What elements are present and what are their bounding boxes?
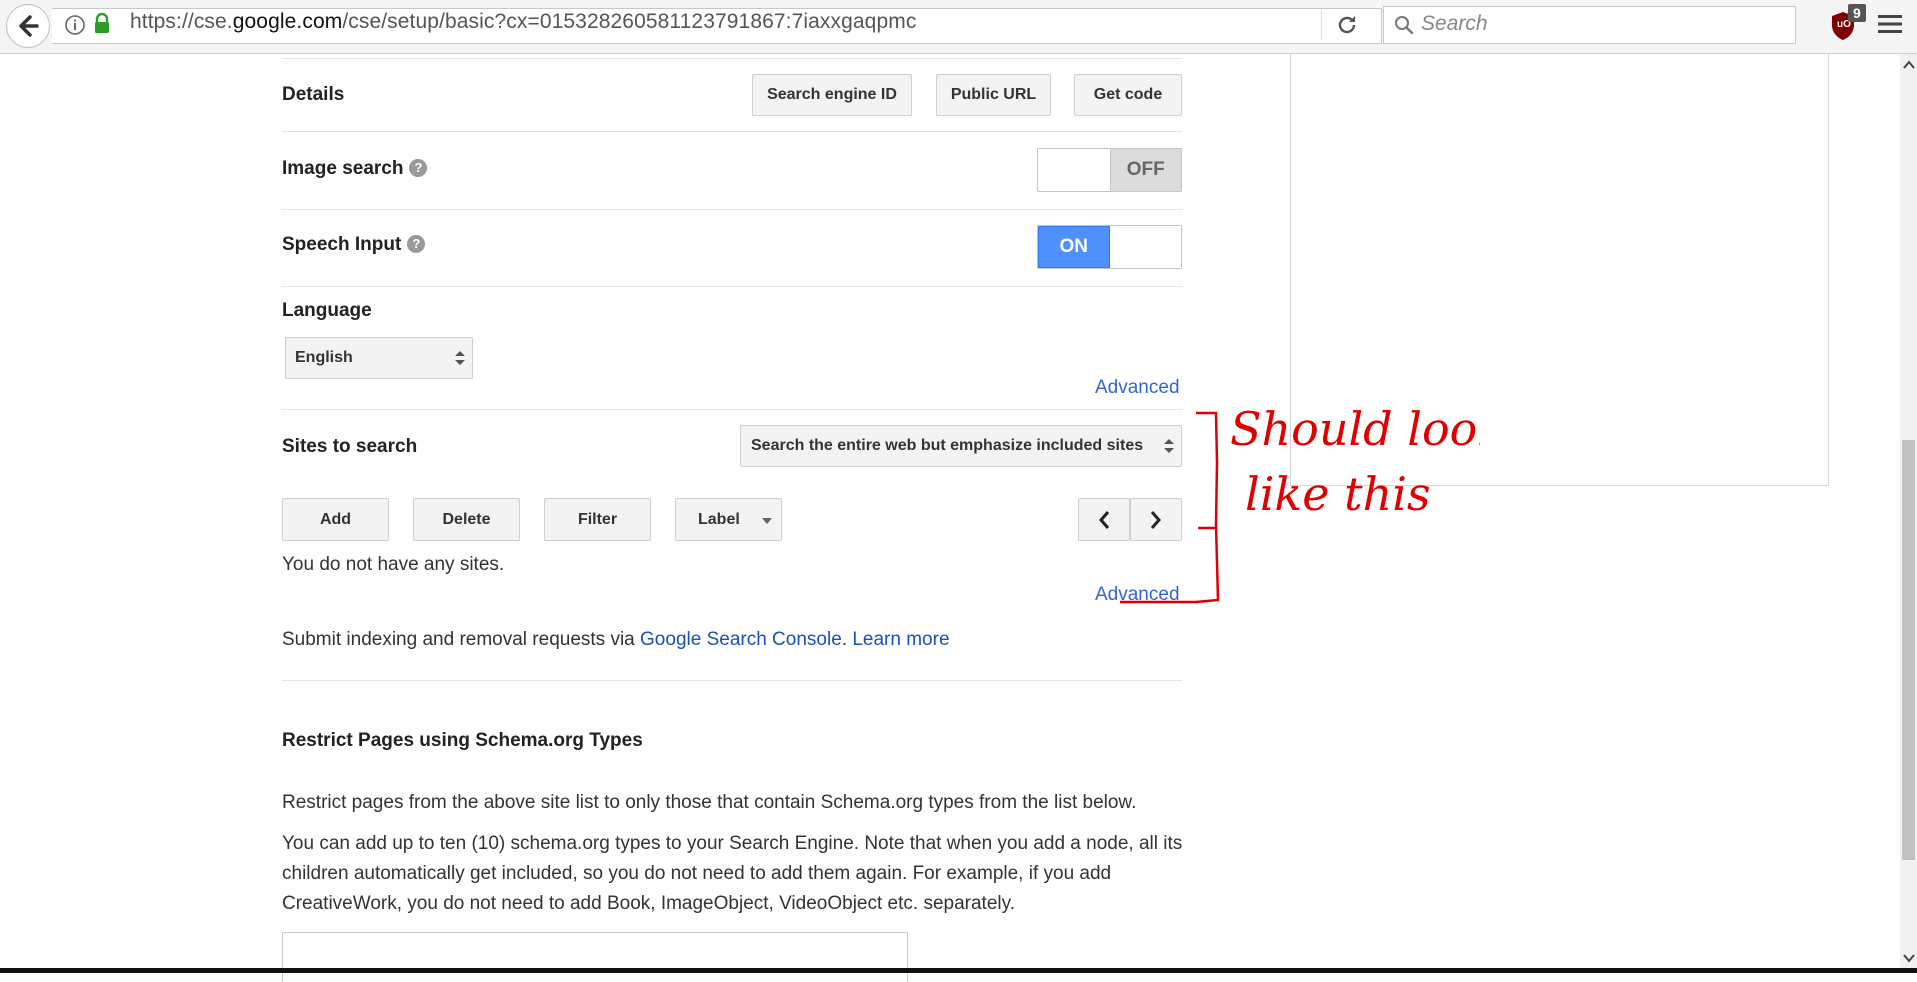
search-icon xyxy=(1395,16,1414,35)
ublock-extension-button[interactable]: uO 9 xyxy=(1830,4,1874,44)
lock-icon xyxy=(95,12,109,33)
sites-mode-selected: Search the entire web but emphasize incl… xyxy=(751,437,1144,454)
back-arrow-icon xyxy=(19,15,39,37)
speech-input-toggle[interactable]: ON xyxy=(1037,225,1182,269)
divider xyxy=(282,680,1182,681)
window-bottom-edge xyxy=(0,968,1917,973)
learn-more-link[interactable]: Learn more xyxy=(852,629,949,650)
search-console-link[interactable]: Google Search Console xyxy=(640,629,842,650)
schema-description-1: Restrict pages from the above site list … xyxy=(282,792,1137,813)
back-button[interactable] xyxy=(6,4,50,48)
add-site-button[interactable]: Add xyxy=(282,498,389,541)
public-url-button[interactable]: Public URL xyxy=(936,74,1051,116)
select-arrows-icon xyxy=(455,351,465,365)
language-selected: English xyxy=(295,349,353,366)
reload-icon[interactable] xyxy=(1335,13,1359,37)
get-code-button[interactable]: Get code xyxy=(1074,74,1182,116)
search-engine-id-button[interactable]: Search engine ID xyxy=(752,74,912,116)
divider xyxy=(282,131,1182,132)
annotation-line-2: like this xyxy=(1245,467,1431,521)
info-icon[interactable] xyxy=(64,14,86,36)
schema-description-2: You can add up to ten (10) schema.org ty… xyxy=(282,833,1183,914)
divider xyxy=(282,409,1182,410)
help-icon[interactable]: ? xyxy=(407,235,426,253)
scrollbar-thumb[interactable] xyxy=(1902,440,1915,860)
schema-section-title: Restrict Pages using Schema.org Types xyxy=(282,730,643,751)
url-divider xyxy=(1321,10,1322,40)
label-button-text: Label xyxy=(698,510,740,528)
page-content: Details Search engine ID Public URL Get … xyxy=(0,54,1900,982)
annotation-line-1: Should look xyxy=(1230,402,1480,456)
search-placeholder[interactable]: Search xyxy=(1421,12,1488,36)
submit-requests-text: Submit indexing and removal requests via… xyxy=(282,629,950,650)
label-dropdown-button[interactable]: Label xyxy=(675,498,782,541)
handwritten-annotation: Should look like this xyxy=(1120,402,1480,604)
image-search-label: Image search? xyxy=(282,158,428,180)
chevron-left-icon xyxy=(1099,510,1110,529)
toggle-off-label: OFF xyxy=(1109,149,1181,191)
help-icon[interactable]: ? xyxy=(409,159,428,177)
schema-types-input[interactable] xyxy=(282,932,908,982)
scroll-up-arrow-icon[interactable] xyxy=(1903,60,1915,70)
caret-down-icon xyxy=(762,518,772,524)
scroll-down-arrow-icon[interactable] xyxy=(1903,953,1915,963)
divider xyxy=(282,286,1182,287)
divider xyxy=(282,209,1182,210)
url-text[interactable]: https://cse.google.com/cse/setup/basic?c… xyxy=(130,10,916,34)
extension-badge-count: 9 xyxy=(1848,4,1866,22)
language-select[interactable]: English xyxy=(285,337,473,379)
sites-to-search-label: Sites to search xyxy=(282,436,418,457)
details-label: Details xyxy=(282,84,345,105)
no-sites-message: You do not have any sites. xyxy=(282,554,505,575)
language-label: Language xyxy=(282,300,372,321)
image-search-toggle[interactable]: OFF xyxy=(1037,148,1182,192)
toggle-on-label: ON xyxy=(1038,226,1110,268)
hamburger-menu-icon[interactable] xyxy=(1877,13,1903,35)
divider xyxy=(282,58,1182,59)
filter-button[interactable]: Filter xyxy=(544,498,651,541)
sites-mode-select[interactable]: Search the entire web but emphasize incl… xyxy=(740,425,1182,467)
delete-site-button[interactable]: Delete xyxy=(413,498,520,541)
speech-input-label: Speech Input? xyxy=(282,234,426,256)
